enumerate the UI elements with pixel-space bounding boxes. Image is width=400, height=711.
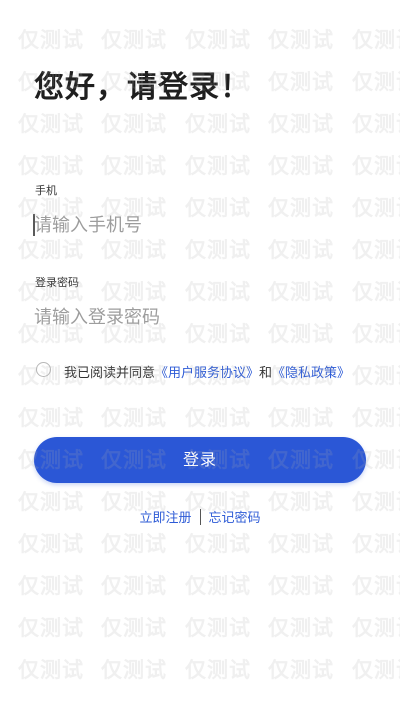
- login-screen: 您好，请登录！ 手机 登录密码 我已阅读并同意《用户服务协议》和《隐私政策》 登…: [0, 0, 400, 711]
- password-label: 登录密码: [35, 276, 79, 289]
- password-input[interactable]: [34, 302, 374, 332]
- phone-label: 手机: [35, 184, 57, 197]
- bottom-links: 立即注册 忘记密码: [0, 507, 400, 527]
- agreement-prefix: 我已阅读并同意: [64, 366, 156, 381]
- text-caret: [33, 214, 35, 236]
- link-divider: [199, 509, 201, 525]
- privacy-policy-link[interactable]: 《隐私政策》: [272, 366, 350, 381]
- agreement-text: 我已阅读并同意《用户服务协议》和《隐私政策》: [64, 362, 350, 381]
- agreement-and: 和: [259, 366, 273, 381]
- agreement-row: 我已阅读并同意《用户服务协议》和《隐私政策》: [36, 360, 396, 382]
- agreement-radio[interactable]: [36, 362, 51, 377]
- phone-input[interactable]: [34, 210, 374, 240]
- login-button[interactable]: 登录: [34, 437, 366, 483]
- forgot-password-link[interactable]: 忘记密码: [209, 511, 261, 526]
- user-agreement-link[interactable]: 《用户服务协议》: [155, 366, 259, 381]
- page-title: 您好，请登录！: [34, 70, 251, 105]
- register-link[interactable]: 立即注册: [139, 511, 191, 526]
